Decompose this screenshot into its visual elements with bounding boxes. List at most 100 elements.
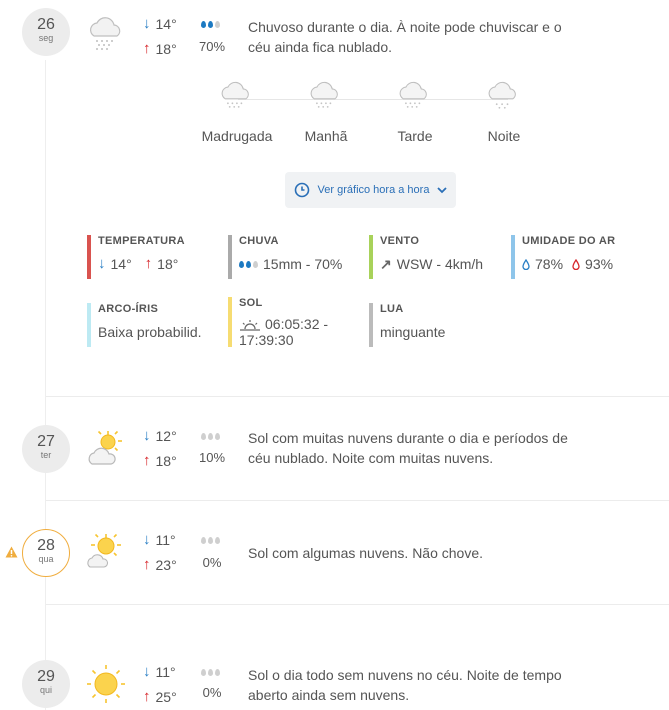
period-madrugada: Madrugada bbox=[201, 128, 273, 144]
period-manha: Manhã bbox=[304, 128, 348, 144]
arrow-down-icon: ↓ bbox=[143, 663, 151, 680]
rain-cloud-icon bbox=[310, 81, 338, 108]
card-value: 78% 93% bbox=[522, 256, 615, 272]
day-badge[interactable]: 29 qui bbox=[22, 660, 70, 708]
day-badge[interactable]: 26 seg bbox=[22, 8, 70, 56]
rain-cloud-icon bbox=[221, 81, 249, 108]
card-temperatura: TEMPERATURA ↓ 14° ↑ 18° bbox=[87, 235, 185, 279]
drizzle-cloud-icon bbox=[488, 81, 516, 109]
wind-direction-icon: ↗ bbox=[380, 256, 392, 272]
min-temp-value: 14° bbox=[155, 15, 177, 32]
max-temp-value: 18° bbox=[155, 452, 177, 469]
rain-cloud-icon bbox=[89, 17, 121, 50]
max-temp-value: 25° bbox=[155, 688, 177, 705]
rain-percent: 0% bbox=[202, 555, 222, 570]
rain-drops-icon bbox=[201, 669, 220, 676]
arrow-up-icon: ↑ bbox=[143, 688, 151, 705]
min-temp: ↓ 14° bbox=[143, 15, 177, 32]
day-number: 28 bbox=[37, 537, 55, 554]
min-temp-value: 12° bbox=[155, 427, 177, 444]
day-description: Chuvoso durante o dia. À noite pode chuv… bbox=[248, 19, 562, 55]
rain-cloud-icon bbox=[399, 81, 427, 108]
rain-percent: 10% bbox=[198, 450, 226, 465]
humidity-low-icon bbox=[522, 258, 530, 270]
card-lua: LUA minguante bbox=[369, 303, 445, 347]
temp-max-value: 18° bbox=[157, 256, 179, 272]
min-temp: ↓ 12° bbox=[143, 427, 177, 444]
card-label: CHUVA bbox=[239, 235, 279, 247]
max-temp: ↑ 23° bbox=[143, 556, 177, 573]
rain-drops-icon bbox=[201, 21, 220, 28]
card-value: Baixa probabilid. bbox=[98, 324, 202, 340]
card-value: ↓ 14° ↑ 18° bbox=[98, 255, 185, 273]
day-weekday: ter bbox=[40, 450, 52, 460]
arrow-up-icon: ↑ bbox=[143, 40, 151, 57]
card-chuva: CHUVA 15mm - 70% bbox=[228, 235, 342, 279]
card-value: minguante bbox=[380, 324, 446, 340]
row-separator bbox=[46, 396, 669, 397]
card-umidade: UMIDADE DO AR 78% 93% bbox=[511, 235, 615, 279]
card-sol: SOL 06:05:32 - 17:39:30 bbox=[228, 297, 349, 348]
arrow-down-icon: ↓ bbox=[143, 15, 151, 32]
arrow-up-icon: ↑ bbox=[143, 452, 151, 469]
day-weekday: qua bbox=[38, 554, 54, 564]
period-connector bbox=[238, 99, 508, 100]
min-temp: ↓ 11° bbox=[143, 663, 176, 680]
card-arco-iris: ARCO-ÍRIS Baixa probabilid. bbox=[87, 303, 202, 347]
card-label: LUA bbox=[380, 303, 404, 315]
rain-percent: 0% bbox=[202, 685, 222, 700]
arrow-up-icon: ↑ bbox=[144, 255, 153, 272]
day-number: 27 bbox=[37, 433, 55, 450]
rain-drops-icon bbox=[201, 433, 220, 440]
day-weekday: qui bbox=[39, 685, 52, 695]
humidity-min-value: 78% bbox=[535, 256, 564, 272]
day-description: Sol com algumas nuvens. Não chove. bbox=[248, 545, 484, 561]
sun-icon bbox=[87, 665, 125, 703]
day-weekday: seg bbox=[38, 33, 54, 43]
card-label: SOL bbox=[239, 297, 263, 309]
clock-icon bbox=[294, 182, 309, 198]
card-value: ↗ WSW - 4km/h bbox=[380, 256, 483, 272]
chevron-down-icon bbox=[437, 187, 448, 194]
max-temp: ↑ 25° bbox=[143, 688, 177, 705]
arrow-down-icon: ↓ bbox=[98, 255, 106, 272]
row-separator bbox=[46, 500, 669, 501]
card-value: 15mm - 70% bbox=[239, 256, 342, 272]
arrow-down-icon: ↓ bbox=[143, 427, 151, 444]
card-label: ARCO-ÍRIS bbox=[98, 303, 159, 315]
day-description: Sol com muitas nuvens durante o dia e pe… bbox=[248, 430, 568, 466]
row-separator bbox=[46, 604, 669, 605]
rain-value: 15mm - 70% bbox=[263, 256, 343, 272]
day-description: Sol o dia todo sem nuvens no céu. Noite … bbox=[248, 667, 562, 703]
wind-value: WSW - 4km/h bbox=[396, 256, 484, 272]
hourly-chart-label: Ver gráfico hora a hora bbox=[317, 184, 430, 196]
rain-drops-icon bbox=[201, 537, 220, 544]
hourly-chart-button[interactable]: Ver gráfico hora a hora bbox=[285, 172, 456, 208]
max-temp-value: 18° bbox=[155, 40, 177, 57]
day-badge[interactable]: 28 qua bbox=[22, 529, 70, 577]
min-temp: ↓ 11° bbox=[143, 531, 176, 548]
min-temp-value: 11° bbox=[155, 531, 176, 548]
rain-drops-icon bbox=[239, 260, 258, 268]
card-label: VENTO bbox=[380, 235, 420, 247]
card-vento: VENTO ↗ WSW - 4km/h bbox=[369, 235, 483, 279]
min-temp-value: 11° bbox=[155, 663, 176, 680]
period-noite: Noite bbox=[487, 128, 521, 144]
day-badge[interactable]: 27 ter bbox=[22, 425, 70, 473]
sunrise-icon bbox=[240, 320, 260, 331]
timeline-line bbox=[45, 60, 46, 710]
humidity-high-icon bbox=[572, 258, 580, 270]
day-number: 29 bbox=[37, 668, 55, 685]
rain-percent: 70% bbox=[198, 39, 226, 54]
card-label: TEMPERATURA bbox=[98, 235, 185, 247]
sun-small-cloud-icon bbox=[87, 533, 121, 568]
max-temp: ↑ 18° bbox=[143, 452, 177, 469]
humidity-max-value: 93% bbox=[585, 256, 614, 272]
temp-min-value: 14° bbox=[110, 256, 132, 272]
max-temp: ↑ 18° bbox=[143, 40, 177, 57]
max-temp-value: 23° bbox=[155, 556, 177, 573]
period-tarde: Tarde bbox=[397, 128, 433, 144]
warning-icon[interactable] bbox=[5, 546, 18, 558]
arrow-up-icon: ↑ bbox=[143, 556, 151, 573]
card-value: 06:05:32 - 17:39:30 bbox=[239, 316, 349, 348]
